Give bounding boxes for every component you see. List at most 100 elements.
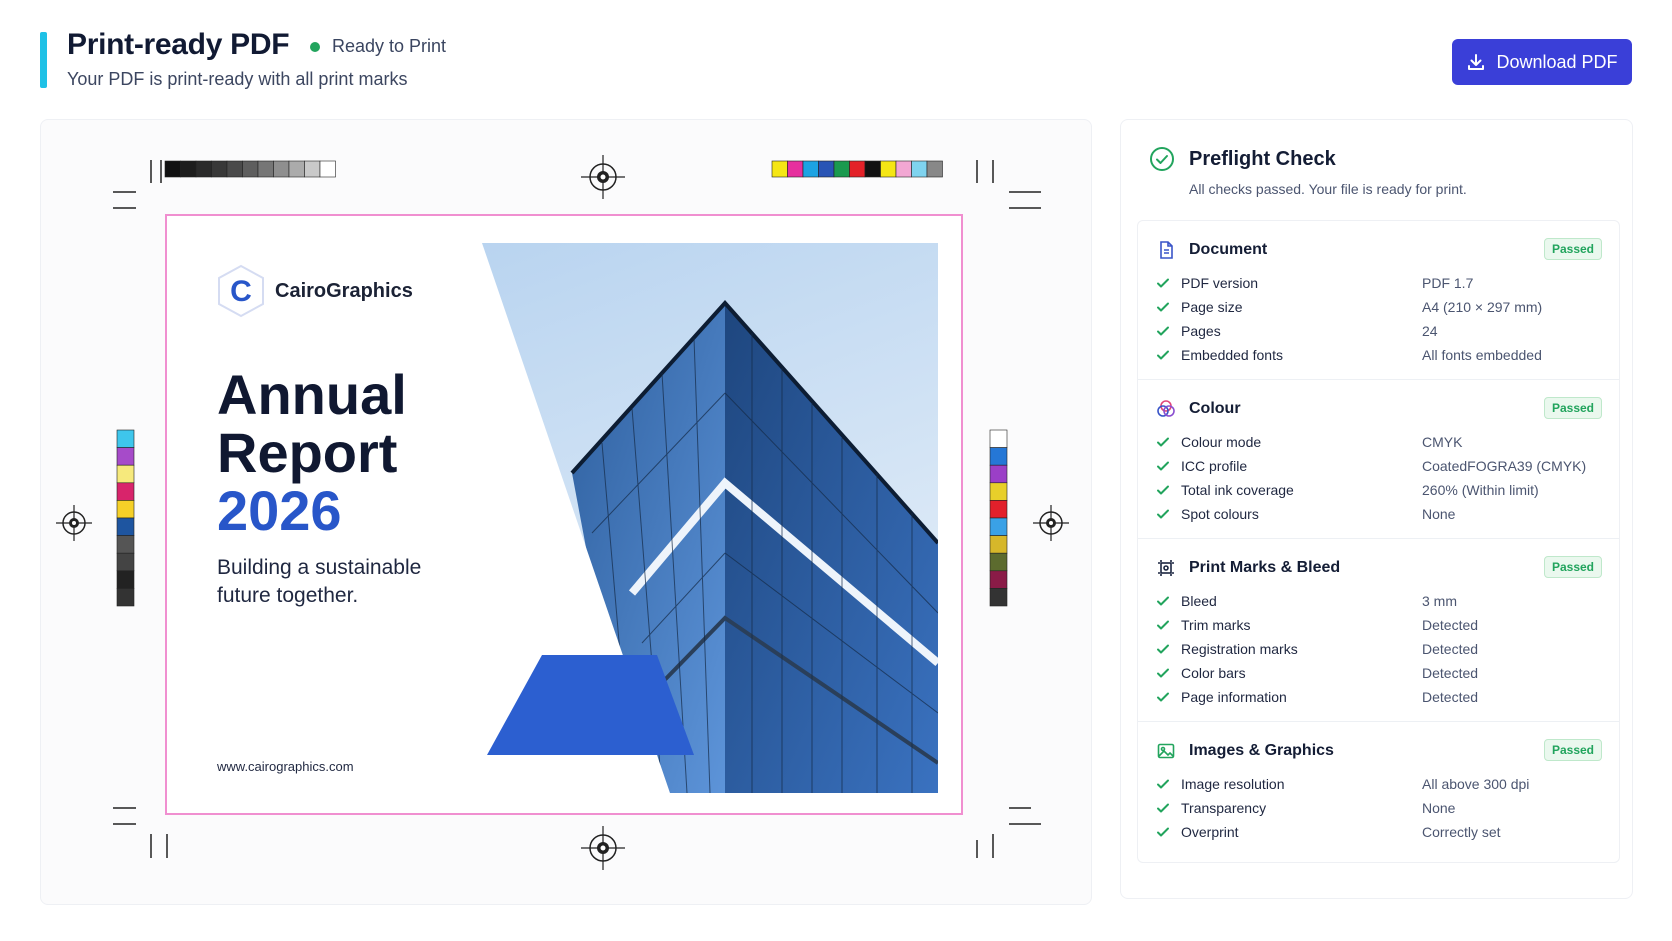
check-row: Spot colours None: [1155, 502, 1602, 526]
right-strip-swatch: [989, 570, 1008, 589]
registration-mark-right: [1033, 505, 1069, 541]
print-marks-icon: [1155, 557, 1177, 579]
section-header: Print Marks & Bleed: [1155, 555, 1602, 581]
check-label: Bleed: [1181, 593, 1217, 609]
left-strip-swatch: [116, 429, 135, 448]
checkmark-icon: [1155, 434, 1171, 450]
grayscale-swatch: [195, 160, 212, 178]
check-value: 260% (Within limit): [1422, 482, 1539, 498]
left-strip-swatch: [116, 535, 135, 554]
check-row: Colour mode CMYK: [1155, 430, 1602, 454]
right-strip-swatch: [989, 500, 1008, 519]
section-title: Document: [1189, 241, 1268, 258]
report-tagline: Building a sustainable future together.: [217, 556, 422, 607]
check-label: Page size: [1181, 299, 1243, 315]
preflight-subtitle: All checks passed. Your file is ready fo…: [1189, 181, 1467, 197]
header-accent-bar: [40, 32, 47, 88]
check-row: Embedded fonts All fonts embedded: [1155, 343, 1602, 367]
cmyk-swatch: [802, 160, 819, 178]
grayscale-swatch: [180, 160, 197, 178]
cmyk-swatch: [818, 160, 835, 178]
download-button-label: Download PDF: [1496, 51, 1618, 72]
left-strip-swatch: [116, 588, 135, 607]
grayscale-color-bar: [164, 160, 336, 178]
status-dot: [310, 41, 320, 52]
checkmark-icon: [1155, 299, 1171, 315]
checkmark-icon: [1155, 800, 1171, 816]
right-strip-swatch: [989, 552, 1008, 572]
page-title: Print-ready PDF: [67, 28, 290, 61]
check-row: ICC profile CoatedFOGRA39 (CMYK): [1155, 454, 1602, 478]
grayscale-swatch: [273, 160, 290, 178]
checkmark-icon: [1155, 593, 1171, 609]
check-label: Pages: [1181, 323, 1221, 339]
check-row: Pages 24: [1155, 319, 1602, 343]
grayscale-swatch: [304, 160, 321, 178]
left-strip-swatch: [116, 517, 135, 536]
right-strip-swatch: [989, 517, 1008, 536]
checkmark-icon: [1155, 689, 1171, 705]
grayscale-swatch: [242, 160, 259, 178]
grayscale-swatch: [319, 160, 336, 178]
status-badge: Passed: [1543, 556, 1602, 578]
cmyk-swatch: [864, 160, 881, 178]
check-value: Detected: [1422, 665, 1479, 681]
section-title: Print Marks & Bleed: [1189, 559, 1341, 576]
company-logo: C CairoGraphics: [217, 264, 413, 318]
check-row: Overprint Correctly set: [1155, 820, 1602, 844]
document-page: C CairoGraphics Annual Report 2026 Build…: [165, 214, 963, 815]
check-value: Detected: [1422, 617, 1479, 633]
status-label: Ready to Print: [332, 36, 447, 56]
cmyk-swatch: [771, 160, 788, 178]
download-icon: [1468, 54, 1485, 70]
report-title: Annual Report 2026: [217, 366, 407, 540]
registration-mark-top: [581, 155, 625, 199]
left-strip-swatch: [116, 570, 135, 589]
checkmark-icon: [1155, 323, 1171, 339]
section-title: Colour: [1189, 400, 1241, 417]
right-strip-swatch: [989, 535, 1008, 554]
checkmark-icon: [1155, 617, 1171, 633]
check-row: Registration marks Detected: [1155, 637, 1602, 661]
check-label: Overprint: [1181, 824, 1239, 840]
check-row: Trim marks Detected: [1155, 613, 1602, 637]
right-strip-swatch: [989, 447, 1008, 466]
check-value: Detected: [1422, 689, 1479, 705]
pdf-preview-panel: C CairoGraphics Annual Report 2026 Build…: [40, 119, 1092, 905]
section-title: Images & Graphics: [1189, 742, 1334, 759]
left-strip-swatch: [116, 464, 135, 484]
check-value: Correctly set: [1422, 824, 1501, 840]
grayscale-swatch: [226, 160, 243, 178]
logo-hexagon-icon: C: [218, 264, 264, 318]
checkmark-icon: [1155, 824, 1171, 840]
report-year: 2026: [217, 479, 342, 542]
check-circle-icon: [1150, 147, 1174, 171]
cmyk-color-bar: [771, 160, 943, 178]
cmyk-swatch: [880, 160, 897, 178]
download-pdf-button[interactable]: Download PDF: [1452, 39, 1632, 85]
check-label: Image resolution: [1181, 776, 1285, 792]
check-value: CMYK: [1422, 434, 1463, 450]
check-value: Detected: [1422, 641, 1479, 657]
preflight-section: Images & Graphics Passed Image resolution A…: [1138, 722, 1619, 862]
report-title-line2: Report: [217, 421, 398, 484]
logo-name: CairoGraphics: [275, 279, 413, 302]
cmyk-swatch: [849, 160, 866, 178]
preflight-section: Print Marks & Bleed Passed Bleed 3 mm Trim m…: [1138, 539, 1619, 722]
left-color-strip: [116, 429, 135, 607]
registration-mark-left: [56, 505, 92, 541]
report-title-line1: Annual: [217, 363, 407, 426]
check-value: PDF 1.7: [1422, 275, 1474, 291]
preflight-panel: Preflight Check All checks passed. Your …: [1120, 119, 1633, 899]
checkmark-icon: [1155, 275, 1171, 291]
check-label: Page information: [1181, 689, 1287, 705]
check-value: None: [1422, 800, 1456, 816]
check-value: 24: [1422, 323, 1438, 339]
grayscale-swatch: [211, 160, 228, 178]
check-row: Image resolution All above 300 dpi: [1155, 772, 1602, 796]
image-icon: [1155, 740, 1177, 762]
check-label: Spot colours: [1181, 506, 1259, 522]
registration-mark-bottom: [581, 826, 625, 870]
section-header: Images & Graphics: [1155, 738, 1602, 764]
checkmark-icon: [1155, 347, 1171, 363]
